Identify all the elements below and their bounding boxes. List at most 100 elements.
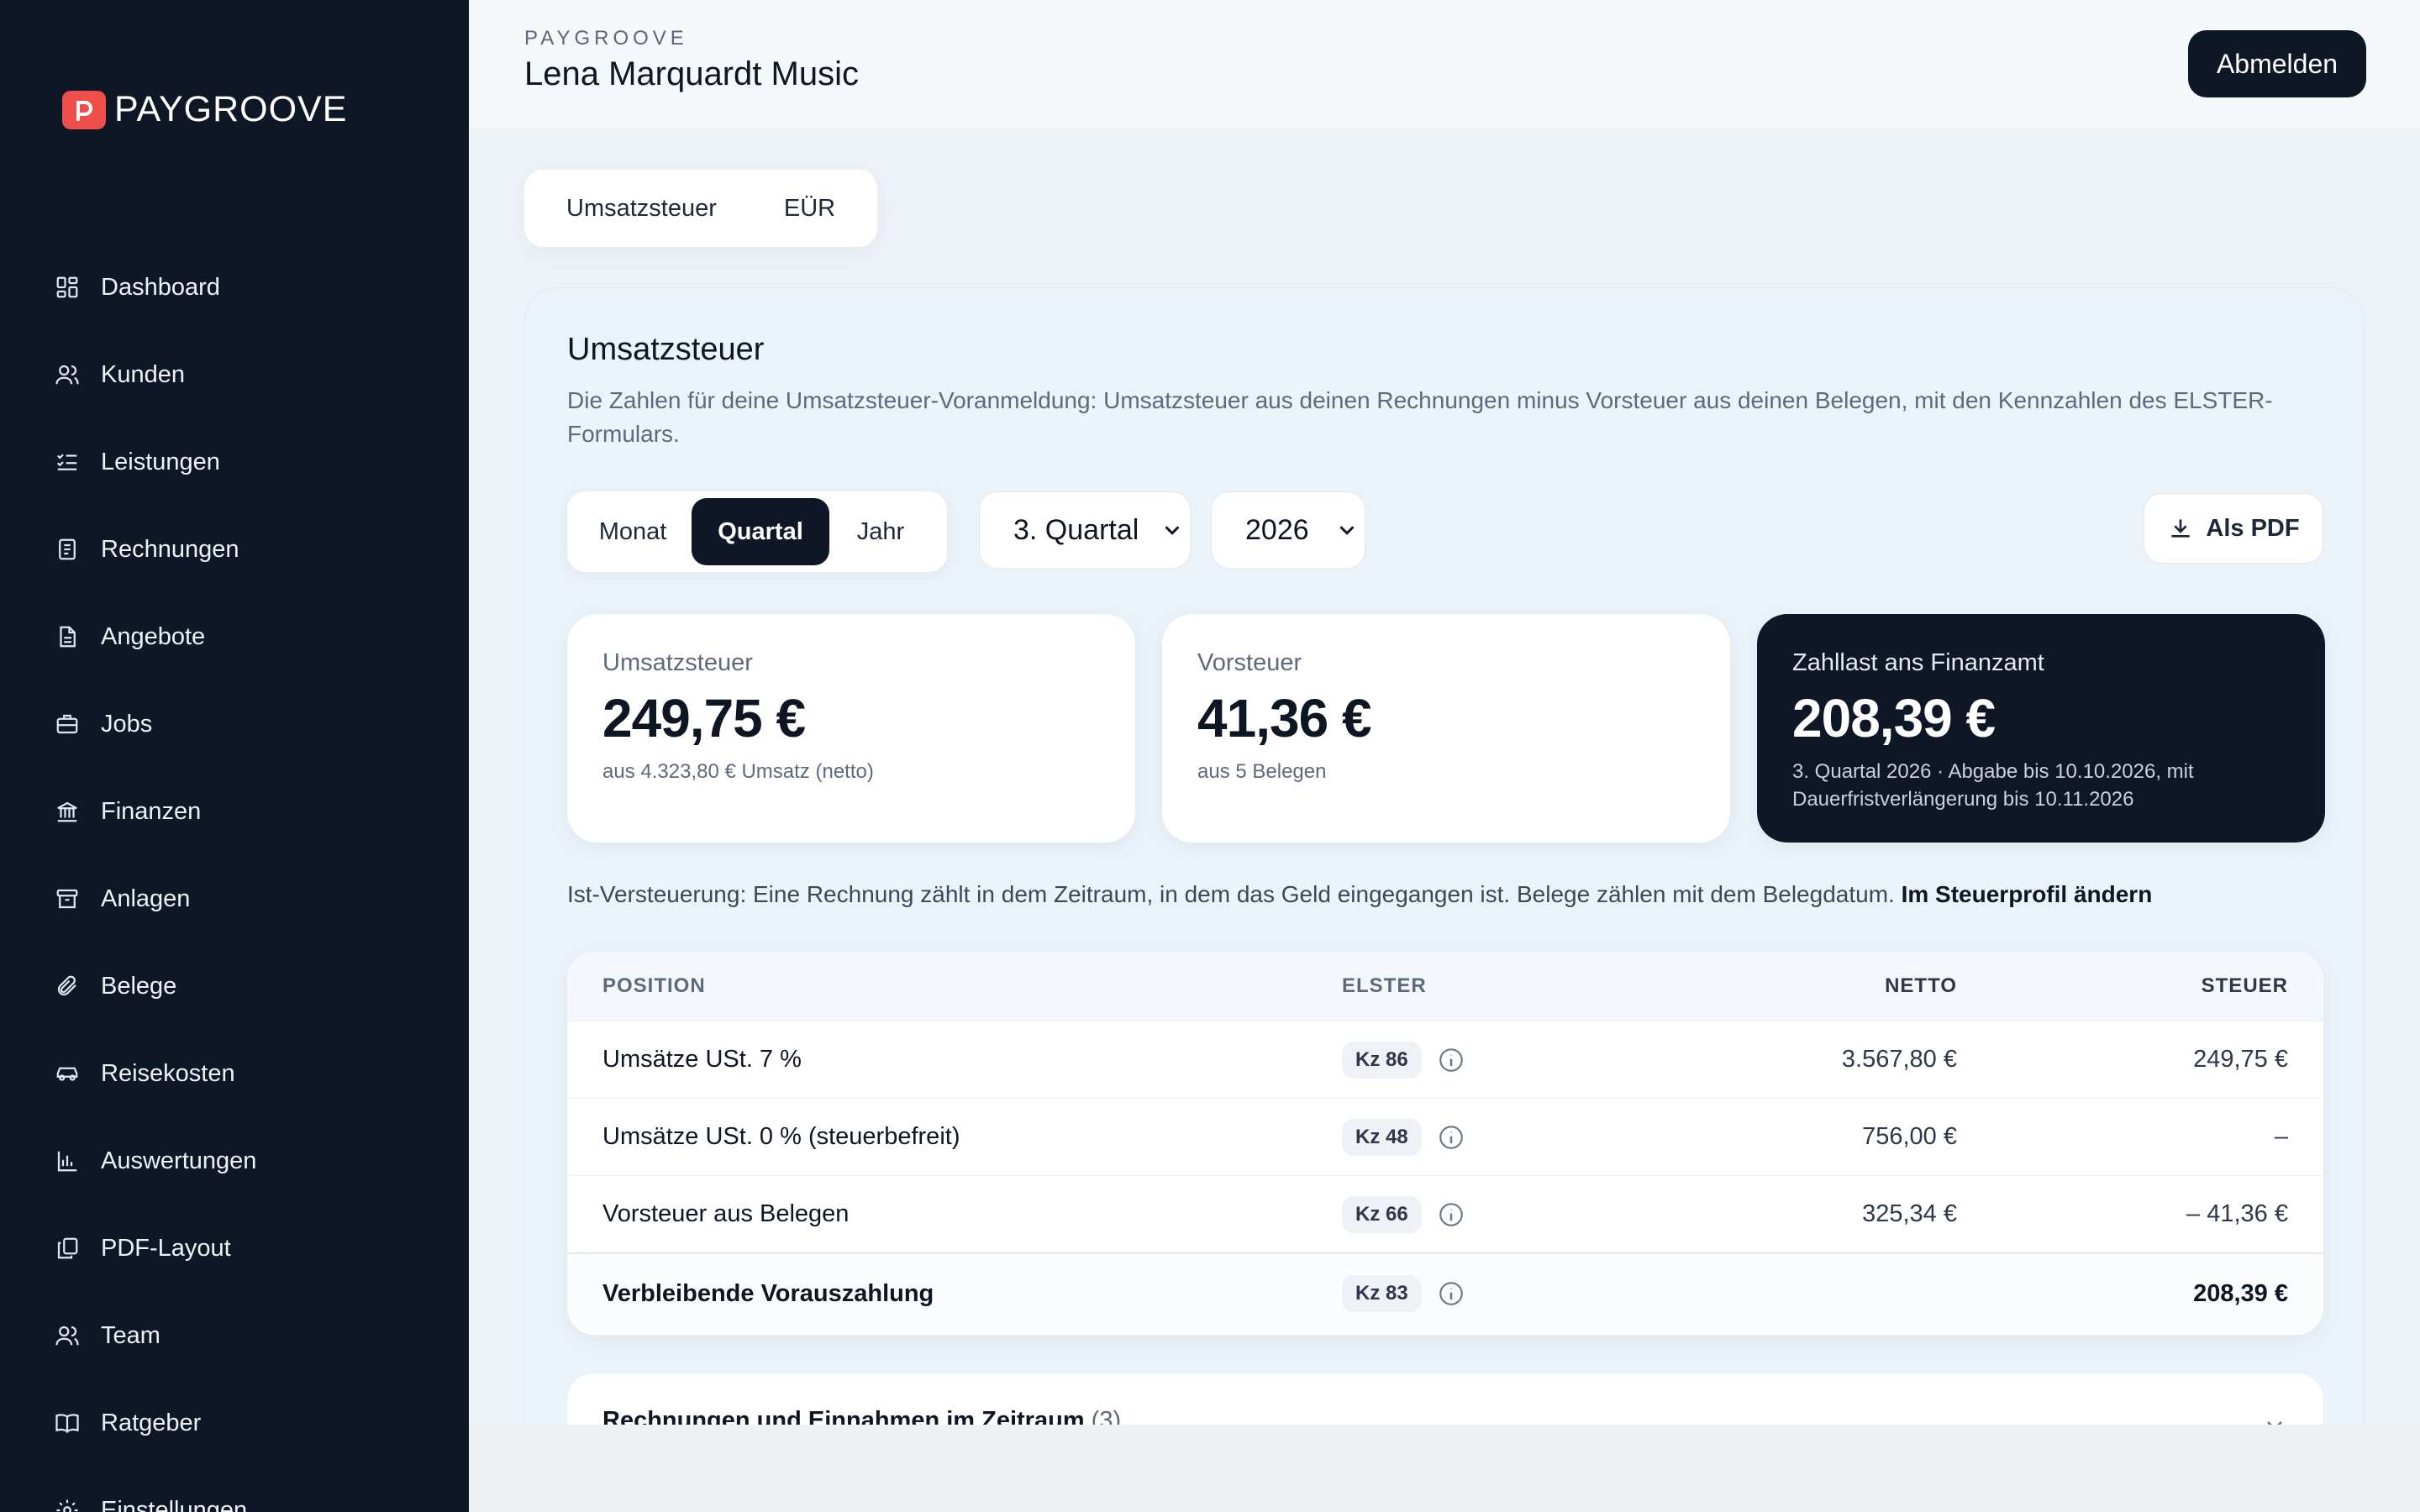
- sidebar-item-anlagen[interactable]: Anlagen: [0, 855, 469, 942]
- row-position: Umsätze USt. 0 % (steuerbefreit): [602, 1123, 960, 1150]
- sidebar-item-label: Team: [101, 1321, 160, 1349]
- stat-label: Zahllast ans Finanzamt: [1792, 649, 2044, 676]
- sidebar-item-angebote[interactable]: Angebote: [0, 593, 469, 680]
- main-content: Umsatzsteuer EÜR Umsatzsteuer Die Zahlen…: [469, 128, 2420, 1425]
- sidebar-item-label: Leistungen: [101, 448, 220, 475]
- report-tabs: Umsatzsteuer EÜR: [524, 170, 877, 247]
- stat-card-umsatzsteuer: Umsatzsteuer 249,75 € aus 4.323,80 € Ums…: [567, 614, 1135, 843]
- bank-icon: [54, 798, 81, 825]
- row-position: Vorsteuer aus Belegen: [602, 1200, 850, 1227]
- sidebar-item-label: PDF-Layout: [101, 1234, 231, 1262]
- kz-badge: Kz 86: [1342, 1041, 1422, 1079]
- year-select[interactable]: 2026: [1211, 491, 1365, 569]
- period-segmented-control: Monat Quartal Jahr: [567, 491, 947, 572]
- sidebar-item-einstellungen[interactable]: Einstellungen: [0, 1467, 469, 1512]
- row-elster: Kz 83: [1342, 1275, 1636, 1312]
- panel-title: Umsatzsteuer: [567, 332, 765, 367]
- row-steuer: –: [2274, 1123, 2288, 1150]
- row-position: Verbleibende Vorauszahlung: [602, 1279, 934, 1307]
- sidebar-item-rechnungen[interactable]: Rechnungen: [0, 506, 469, 593]
- invoices-collapsible[interactable]: Rechnungen und Einnahmen im Zeitraum (3): [567, 1373, 2323, 1425]
- info-icon[interactable]: [1437, 1200, 1465, 1229]
- copy-icon: [54, 1235, 81, 1262]
- header-steuer: STEUER: [2201, 974, 2288, 997]
- stat-subtext: aus 4.323,80 € Umsatz (netto): [602, 760, 874, 783]
- period-jahr-button[interactable]: Jahr: [829, 498, 932, 565]
- taxation-info-text: Ist-Versteuerung: Eine Rechnung zählt in…: [567, 881, 1895, 907]
- sidebar-item-belege[interactable]: Belege: [0, 942, 469, 1030]
- stat-label: Umsatzsteuer: [602, 649, 753, 676]
- row-steuer: 208,39 €: [2193, 1279, 2288, 1307]
- sidebar-item-label: Belege: [101, 972, 177, 1000]
- sidebar-item-ratgeber[interactable]: Ratgeber: [0, 1379, 469, 1467]
- sidebar-item-label: Auswertungen: [101, 1147, 257, 1174]
- sidebar-item-label: Finanzen: [101, 797, 202, 825]
- info-icon[interactable]: [1437, 1279, 1465, 1308]
- stat-card-vorsteuer: Vorsteuer 41,36 € aus 5 Belegen: [1162, 614, 1730, 843]
- company-name: Lena Marquardt Music: [524, 55, 859, 92]
- chevron-down-icon: [1160, 517, 1185, 543]
- quarter-select[interactable]: 3. Quartal: [979, 491, 1191, 569]
- tax-profile-link[interactable]: Im Steuerprofil ändern: [1902, 881, 2153, 907]
- info-icon[interactable]: [1437, 1123, 1465, 1152]
- car-icon: [54, 1060, 81, 1087]
- tab-eur[interactable]: EÜR: [784, 195, 835, 223]
- sidebar-item-finanzen[interactable]: Finanzen: [0, 768, 469, 855]
- top-header: PAYGROOVE Lena Marquardt Music Abmelden: [469, 0, 2420, 128]
- sidebar-item-label: Ratgeber: [101, 1409, 202, 1436]
- vat-panel: Umsatzsteuer Die Zahlen für deine Umsatz…: [524, 287, 2365, 1425]
- sidebar-item-team[interactable]: Team: [0, 1292, 469, 1379]
- document-icon: [54, 623, 81, 650]
- paperclip-icon: [54, 973, 81, 1000]
- row-netto: 325,34 €: [1862, 1200, 1957, 1227]
- sidebar-item-auswertungen[interactable]: Auswertungen: [0, 1117, 469, 1205]
- sidebar-item-kunden[interactable]: Kunden: [0, 331, 469, 418]
- header-elster: ELSTER: [1342, 974, 1427, 997]
- dashboard-icon: [54, 274, 81, 301]
- team-icon: [54, 1322, 81, 1349]
- row-elster: Kz 66: [1342, 1195, 1636, 1233]
- stat-label: Vorsteuer: [1197, 649, 1302, 676]
- kz-badge: Kz 83: [1342, 1275, 1422, 1312]
- sidebar-item-reisekosten[interactable]: Reisekosten: [0, 1030, 469, 1117]
- tab-umsatzsteuer[interactable]: Umsatzsteuer: [566, 195, 717, 223]
- kz-badge: Kz 48: [1342, 1118, 1422, 1156]
- table-row: Umsätze USt. 0 % (steuerbefreit) Kz 48 7…: [567, 1098, 2323, 1175]
- collapsible-title: Rechnungen und Einnahmen im Zeitraum (3): [602, 1407, 1121, 1425]
- taxation-info: Ist-Versteuerung: Eine Rechnung zählt in…: [567, 881, 2152, 908]
- sidebar: PAYGROOVE Dashboard Kunden Leistungen Re…: [0, 0, 469, 1512]
- period-quartal-button[interactable]: Quartal: [692, 498, 829, 565]
- chevron-down-icon: [1334, 517, 1360, 543]
- row-steuer: 249,75 €: [2193, 1046, 2288, 1073]
- export-pdf-label: Als PDF: [2206, 514, 2300, 542]
- archive-icon: [54, 885, 81, 912]
- row-netto: 756,00 €: [1862, 1123, 1957, 1150]
- stat-value: 249,75 €: [602, 688, 806, 748]
- sidebar-item-label: Reisekosten: [101, 1059, 235, 1087]
- list-check-icon: [54, 449, 81, 475]
- stat-subtext: aus 5 Belegen: [1197, 760, 1327, 783]
- sidebar-item-jobs[interactable]: Jobs: [0, 680, 469, 768]
- download-icon: [2171, 519, 2191, 538]
- brand-logo[interactable]: PAYGROOVE: [62, 89, 347, 130]
- kz-badge: Kz 66: [1342, 1195, 1422, 1233]
- export-pdf-button[interactable]: Als PDF: [2144, 493, 2323, 564]
- chevron-down-icon: [2261, 1412, 2288, 1425]
- table-row: Vorsteuer aus Belegen Kz 66 325,34 € – 4…: [567, 1175, 2323, 1252]
- row-netto: 3.567,80 €: [1841, 1046, 1957, 1073]
- table-row: Umsätze USt. 7 % Kz 86 3.567,80 € 249,75…: [567, 1021, 2323, 1098]
- brand-name: PAYGROOVE: [114, 89, 348, 129]
- period-monat-button[interactable]: Monat: [574, 498, 692, 565]
- sidebar-item-leistungen[interactable]: Leistungen: [0, 418, 469, 506]
- sidebar-item-pdf-layout[interactable]: PDF-Layout: [0, 1205, 469, 1292]
- info-icon[interactable]: [1437, 1046, 1465, 1074]
- sidebar-item-dashboard[interactable]: Dashboard: [0, 244, 469, 331]
- paygroove-logo-icon: [62, 90, 106, 129]
- book-icon: [54, 1410, 81, 1436]
- stat-value: 208,39 €: [1792, 688, 1996, 748]
- sidebar-item-label: Einstellungen: [101, 1496, 248, 1512]
- table-header: POSITION ELSTER NETTO STEUER: [567, 952, 2323, 1021]
- logout-button[interactable]: Abmelden: [2188, 30, 2366, 97]
- header-netto: NETTO: [1885, 974, 1957, 997]
- row-elster: Kz 48: [1342, 1118, 1636, 1156]
